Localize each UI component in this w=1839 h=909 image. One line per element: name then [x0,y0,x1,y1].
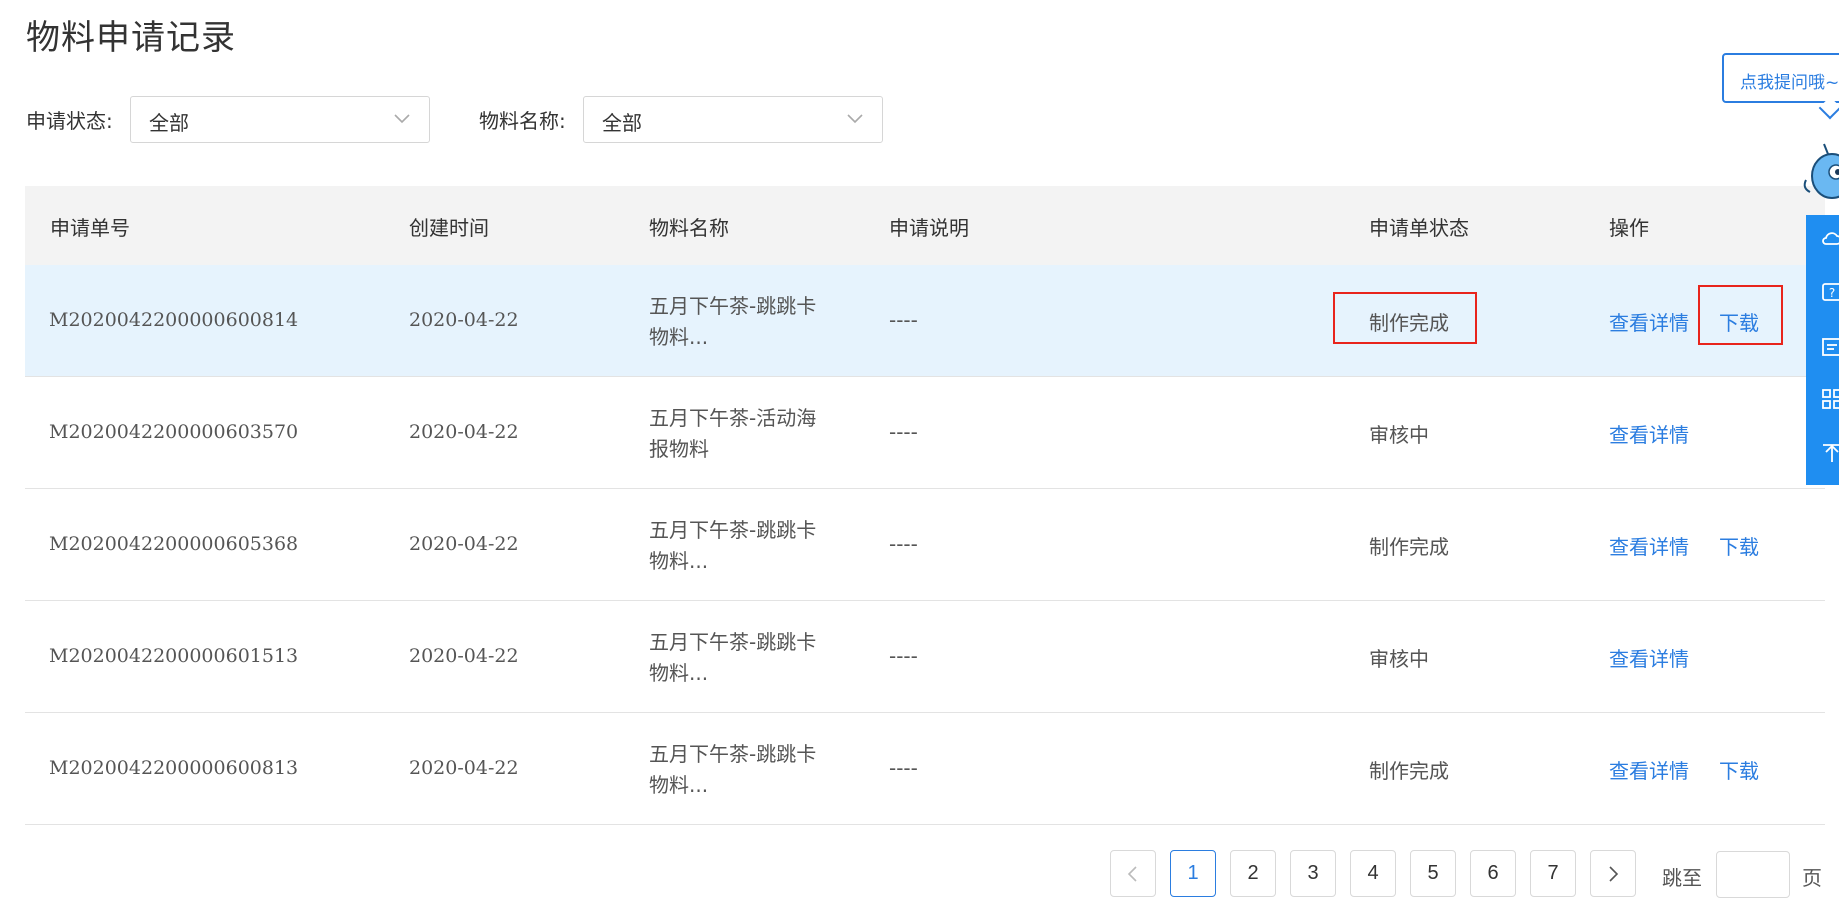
right-toolbar: ? [1806,215,1839,485]
status-text: 审核中 [1369,423,1429,447]
page-button-5[interactable]: 5 [1410,850,1456,897]
request-id: M2020042200000603570 [49,421,299,443]
status-text: 制作完成 [1369,535,1449,559]
status-text: 制作完成 [1369,759,1449,783]
status-filter-label: 申请状态: [26,109,113,133]
page-button-1[interactable]: 1 [1170,850,1216,897]
material-filter-select[interactable]: 全部 [583,96,883,143]
view-details-link[interactable]: 查看详情 [1609,755,1689,784]
material-name: 五月下午茶-跳跳卡 物料... [649,630,817,685]
material-filter-label: 物料名称: [479,109,566,133]
jump-page-input[interactable] [1716,851,1790,898]
created-date: 2020-04-22 [409,645,519,667]
request-id: M2020042200000601513 [49,645,299,667]
chevron-left-icon [1127,866,1137,882]
column-header-desc: 申请说明 [889,216,969,240]
page-button-3[interactable]: 3 [1290,850,1336,897]
download-link[interactable]: 下载 [1719,755,1759,784]
chevron-down-icon [847,114,863,124]
page-button-2[interactable]: 2 [1230,850,1276,897]
prev-page-button[interactable] [1110,850,1156,897]
table-row: M2020042200000605368 2020-04-22 五月下午茶-跳跳… [25,489,1825,601]
request-description: ---- [889,420,918,444]
created-date: 2020-04-22 [409,309,519,331]
status-filter-value: 全部 [149,111,189,135]
view-details-link[interactable]: 查看详情 [1609,531,1689,560]
cloud-icon[interactable] [1820,227,1839,251]
status-filter-select[interactable]: 全部 [130,96,430,143]
page-title: 物料申请记录 [26,18,236,58]
page-button-6[interactable]: 6 [1470,850,1516,897]
qr-code-icon[interactable] [1820,387,1839,411]
status-text: 审核中 [1369,647,1429,671]
material-name: 五月下午茶-跳跳卡 物料... [649,742,817,797]
request-id: M2020042200000605368 [49,533,299,555]
material-name: 五月下午茶-跳跳卡 物料... [649,294,817,349]
download-link[interactable]: 下载 [1719,531,1759,560]
column-header-status: 申请单状态 [1369,216,1469,240]
page-button-4[interactable]: 4 [1350,850,1396,897]
table-row: M2020042200000600814 2020-04-22 五月下午茶-跳跳… [25,265,1825,377]
page-button-7[interactable]: 7 [1530,850,1576,897]
request-id: M2020042200000600813 [49,757,299,779]
request-description: ---- [889,532,918,556]
request-description: ---- [889,308,918,332]
table-row: M2020042200000603570 2020-04-22 五月下午茶-活动… [25,377,1825,489]
column-header-id: 申请单号 [50,216,130,240]
next-page-button[interactable] [1590,850,1636,897]
table-row: M2020042200000601513 2020-04-22 五月下午茶-跳跳… [25,601,1825,713]
table-row: M2020042200000600813 2020-04-22 五月下午茶-跳跳… [25,713,1825,825]
created-date: 2020-04-22 [409,421,519,443]
column-header-date: 创建时间 [409,216,489,240]
view-details-link[interactable]: 查看详情 [1609,419,1689,448]
request-id: M2020042200000600814 [49,309,299,331]
svg-text:?: ? [1829,286,1835,300]
request-description: ---- [889,756,918,780]
chevron-right-icon [1609,866,1619,882]
robot-mascot-icon[interactable] [1800,140,1839,220]
question-icon[interactable]: ? [1820,281,1839,305]
material-name: 五月下午茶-跳跳卡 物料... [649,518,817,573]
created-date: 2020-04-22 [409,533,519,555]
column-header-material: 物料名称 [649,216,729,240]
records-table: 申请单号 创建时间 物料名称 申请说明 申请单状态 操作 M2020042200… [25,186,1825,825]
status-text: 制作完成 [1369,311,1449,335]
view-details-link[interactable]: 查看详情 [1609,307,1689,336]
back-to-top-icon[interactable] [1820,441,1839,465]
download-link[interactable]: 下载 [1719,307,1759,336]
created-date: 2020-04-22 [409,757,519,779]
edit-icon[interactable] [1820,335,1839,359]
jump-page-suffix: 页 [1802,866,1822,890]
table-header: 申请单号 创建时间 物料名称 申请说明 申请单状态 操作 [25,186,1825,265]
help-tooltip[interactable]: 点我提问哦~ [1722,53,1839,103]
column-header-actions: 操作 [1609,216,1649,240]
chevron-down-icon [394,114,410,124]
material-filter-value: 全部 [602,111,642,135]
jump-to-label: 跳至 [1662,866,1702,890]
help-tooltip-text: 点我提问哦~ [1740,73,1839,93]
view-details-link[interactable]: 查看详情 [1609,643,1689,672]
request-description: ---- [889,644,918,668]
material-name: 五月下午茶-活动海 报物料 [649,406,817,461]
